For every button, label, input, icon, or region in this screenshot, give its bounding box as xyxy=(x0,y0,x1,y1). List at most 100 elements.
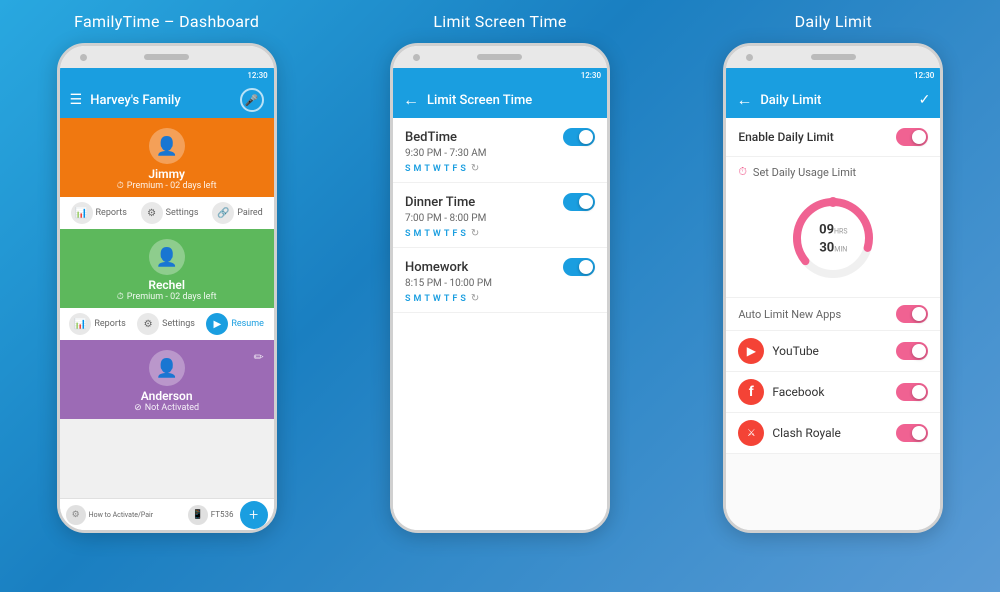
dinnertime-header: Dinner Time xyxy=(405,193,595,211)
youtube-icon: ▶ xyxy=(738,338,764,364)
dinnertime-days: S M T W T F S ↻ xyxy=(405,228,595,239)
facebook-name: Facebook xyxy=(772,385,824,399)
day-f2: F xyxy=(452,229,457,239)
facebook-icon: f xyxy=(738,379,764,405)
homework-toggle-knob xyxy=(579,260,593,274)
rechel-avatar: 👤 xyxy=(149,239,185,275)
dial-hours: 09 xyxy=(819,223,834,238)
activate-label: How to Activate/Pair xyxy=(89,511,153,519)
dial-container: 09HRS 30MIN xyxy=(738,187,928,289)
anderson-status-text: Not Activated xyxy=(145,403,199,413)
speaker-2 xyxy=(477,54,522,60)
mic-icon: 🎤 xyxy=(245,94,259,107)
usage-limit-label: Set Daily Usage Limit xyxy=(753,166,856,179)
activate-pair-btn[interactable]: ⚙ How to Activate/Pair xyxy=(66,505,182,525)
camera-1 xyxy=(80,54,87,61)
back-arrow-2[interactable]: ← xyxy=(403,90,419,110)
enable-daily-limit-toggle[interactable] xyxy=(896,128,928,146)
dashboard-content: 👤 Jimmy ⏱ Premium - 02 days left 📊 xyxy=(60,118,274,498)
jimmy-reports-label: Reports xyxy=(96,208,127,218)
homework-label: Homework xyxy=(405,260,468,275)
jimmy-actions: 📊 Reports ⚙ Settings 🔗 Paired xyxy=(60,197,274,229)
camera-3 xyxy=(746,54,753,61)
day-s1: S xyxy=(405,164,411,174)
anderson-avatar-icon: 👤 xyxy=(155,358,177,379)
dial-wrapper[interactable]: 09HRS 30MIN xyxy=(788,193,878,283)
bedtime-label: BedTime xyxy=(405,130,457,145)
hamburger-icon[interactable]: ☰ xyxy=(70,92,83,108)
panel-daily-limit: Daily Limit 12:30 ← Daily Limit ✓ xyxy=(667,0,1000,592)
anderson-name: Anderson xyxy=(141,389,193,403)
dinnertime-range: 7:00 PM - 8:00 PM xyxy=(405,213,595,224)
day-th3: T xyxy=(444,294,450,304)
dial-hrs-label: HRS xyxy=(834,228,847,236)
dinnertime-entry: Dinner Time 7:00 PM - 8:00 PM S M T W T xyxy=(393,183,607,248)
jimmy-status-icon: ⏱ xyxy=(117,181,124,191)
facebook-toggle-knob xyxy=(912,385,926,399)
clash-royale-toggle[interactable] xyxy=(896,424,928,442)
rechel-resume-btn[interactable]: ▶ Resume xyxy=(206,313,264,335)
youtube-toggle[interactable] xyxy=(896,342,928,360)
day-w1: W xyxy=(433,164,441,174)
back-arrow-3[interactable]: ← xyxy=(736,90,752,110)
bedtime-toggle-knob xyxy=(579,130,593,144)
user-card-orange: 👤 Jimmy ⏱ Premium - 02 days left xyxy=(60,118,274,197)
fab-button[interactable]: + xyxy=(240,501,268,529)
jimmy-status: ⏱ Premium - 02 days left xyxy=(117,181,217,191)
homework-days: S M T W T F S ↻ xyxy=(405,293,595,304)
rechel-reports-btn[interactable]: 📊 Reports xyxy=(69,313,125,335)
bedtime-toggle[interactable] xyxy=(563,128,595,146)
status-bar-1: 12:30 xyxy=(60,68,274,82)
clash-royale-toggle-knob xyxy=(912,426,926,440)
refresh-icon-2: ↻ xyxy=(471,228,479,239)
status-time-3: 12:30 xyxy=(914,71,934,80)
auto-limit-toggle[interactable] xyxy=(896,305,928,323)
jimmy-avatar: 👤 xyxy=(149,128,185,164)
family-name: Harvey's Family xyxy=(90,93,239,108)
settings-icon-1: ⚙ xyxy=(141,202,163,224)
day-m1: M xyxy=(413,164,421,174)
day-m3: M xyxy=(413,294,421,304)
jimmy-settings-label: Settings xyxy=(166,208,199,218)
day-m2: M xyxy=(413,229,421,239)
speaker-1 xyxy=(144,54,189,60)
rechel-settings-label: Settings xyxy=(162,319,195,329)
jimmy-paired-btn[interactable]: 🔗 Paired xyxy=(212,202,263,224)
jimmy-settings-btn[interactable]: ⚙ Settings xyxy=(141,202,199,224)
refresh-icon-3: ↻ xyxy=(471,293,479,304)
rechel-status-text: Premium - 02 days left xyxy=(127,292,217,302)
screen2-header: ← Limit Screen Time xyxy=(393,82,607,118)
speaker-3 xyxy=(811,54,856,60)
dial-mins: 30 xyxy=(819,241,834,256)
anderson-status-icon: ⊘ xyxy=(134,403,142,413)
auto-limit-knob xyxy=(912,307,926,321)
check-icon[interactable]: ✓ xyxy=(919,92,931,108)
dinnertime-toggle[interactable] xyxy=(563,193,595,211)
user-card-purple: ✏ 👤 Anderson ⊘ Not Activated xyxy=(60,340,274,419)
phone-top-bar-3 xyxy=(726,46,940,68)
facebook-toggle[interactable] xyxy=(896,383,928,401)
edit-pencil-icon[interactable]: ✏ xyxy=(254,350,264,364)
rechel-name: Rechel xyxy=(148,278,185,292)
rechel-status-icon: ⏱ xyxy=(117,292,124,302)
youtube-toggle-knob xyxy=(912,344,926,358)
homework-header: Homework xyxy=(405,258,595,276)
bedtime-header: BedTime xyxy=(405,128,595,146)
status-bar-3: 12:30 xyxy=(726,68,940,82)
screen3-title: Daily Limit xyxy=(760,93,821,108)
bedtime-days: S M T W T F S ↻ xyxy=(405,163,595,174)
day-w2: W xyxy=(433,229,441,239)
paired-icon: 🔗 xyxy=(212,202,234,224)
rechel-settings-btn[interactable]: ⚙ Settings xyxy=(137,313,195,335)
status-time-1: 12:30 xyxy=(247,71,267,80)
anderson-avatar: 👤 xyxy=(149,350,185,386)
jimmy-reports-btn[interactable]: 📊 Reports xyxy=(71,202,127,224)
rechel-avatar-icon: 👤 xyxy=(155,247,177,268)
clash-royale-left: ⚔ Clash Royale xyxy=(738,420,841,446)
mic-button[interactable]: 🎤 xyxy=(240,88,264,112)
ft-btn[interactable]: 📱 FT536 xyxy=(182,505,240,525)
homework-toggle[interactable] xyxy=(563,258,595,276)
rechel-reports-label: Reports xyxy=(94,319,125,329)
settings-icon-2: ⚙ xyxy=(137,313,159,335)
reports-icon-2: 📊 xyxy=(69,313,91,335)
